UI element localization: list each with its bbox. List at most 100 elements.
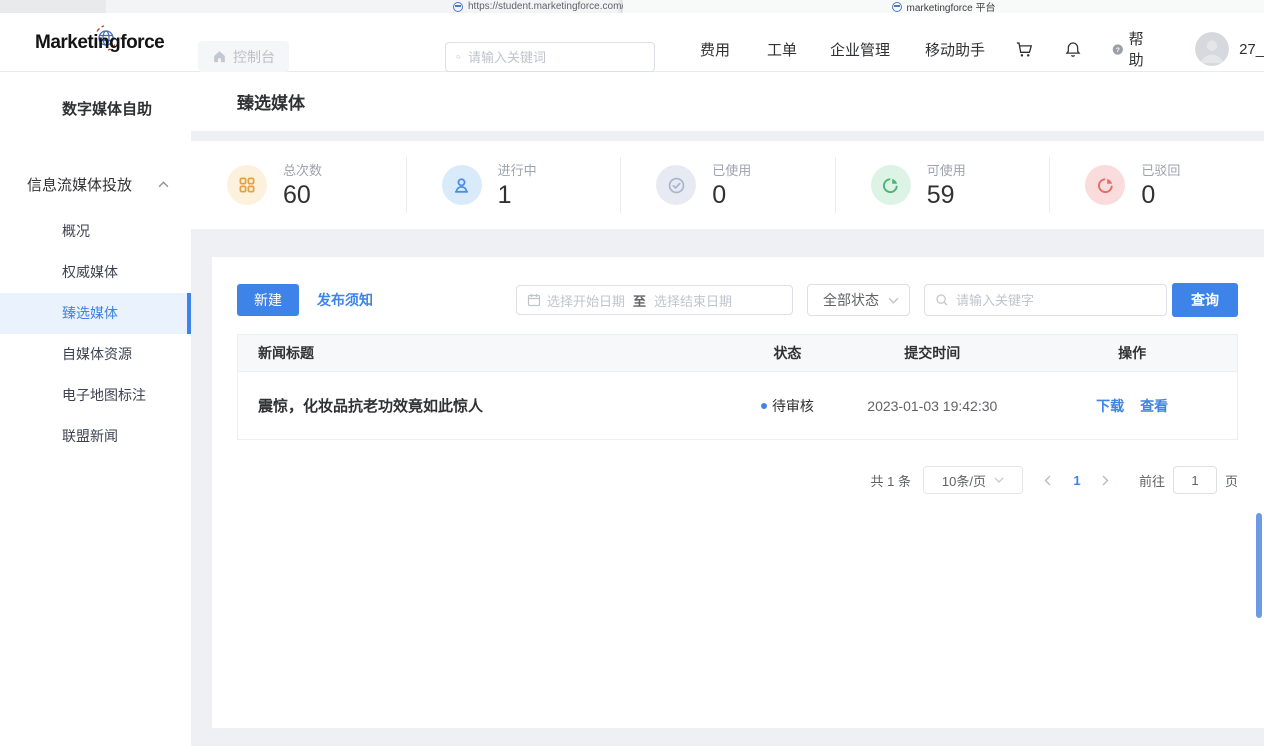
sidebar-item-select-media[interactable]: 臻选媒体 (0, 293, 191, 334)
stat-label: 已驳回 (1141, 160, 1180, 179)
app-header: Marketingforce 控制台 费用 工单 企业管理 移动助手 ? 帮助 (0, 13, 1264, 72)
query-button[interactable]: 查询 (1172, 283, 1238, 317)
site-favicon-icon (453, 2, 463, 12)
logo[interactable]: Marketingforce (35, 28, 185, 58)
chevron-down-icon (994, 477, 1004, 483)
actions-cell: 下载 查看 (1027, 396, 1237, 416)
sidebar-group-label: 信息流媒体投放 (27, 174, 132, 195)
create-button[interactable]: 新建 (237, 284, 299, 316)
browser-bar: https://student.marketingforce.com/#/hom… (0, 0, 1264, 13)
page-number[interactable]: 1 (1063, 473, 1091, 488)
status-cell: 待审核 (738, 396, 838, 416)
stat-available: 可使用 59 (835, 141, 1050, 229)
keyword-input[interactable] (956, 293, 1156, 308)
nav-item-fees[interactable]: 费用 (700, 39, 730, 60)
prev-page-button[interactable] (1033, 466, 1063, 494)
sidebar-item-overview[interactable]: 概况 (0, 211, 191, 252)
home-icon (212, 49, 227, 64)
header-search[interactable] (445, 42, 655, 72)
stat-label: 进行中 (498, 160, 537, 179)
status-select-value: 全部状态 (823, 290, 879, 310)
scrollbar-thumb[interactable] (1256, 513, 1262, 618)
keyword-search[interactable] (924, 284, 1167, 316)
header-search-input[interactable] (468, 50, 644, 65)
sidebar-item-self-media[interactable]: 自媒体资源 (0, 334, 191, 375)
column-time: 提交时间 (837, 343, 1027, 363)
sidebar-menu: 概况 权威媒体 臻选媒体 自媒体资源 电子地图标注 联盟新闻 (0, 211, 191, 457)
title-band: 臻选媒体 (191, 72, 1264, 131)
help-label: 帮助 (1129, 28, 1149, 70)
status-select[interactable]: 全部状态 (807, 284, 910, 316)
chevron-right-icon (1102, 475, 1109, 486)
stat-label: 可使用 (927, 160, 966, 179)
nav-item-mobile-assistant[interactable]: 移动助手 (925, 39, 985, 60)
browser-active-tab[interactable]: https://student.marketingforce.com/#/hom… (0, 0, 622, 13)
stat-value: 59 (927, 180, 966, 210)
page-title: 臻选媒体 (237, 89, 305, 114)
date-range-picker[interactable]: 选择开始日期 至 选择结束日期 (516, 285, 793, 315)
goto-page-input[interactable] (1173, 466, 1217, 494)
help-button[interactable]: ? 帮助 (1112, 28, 1149, 70)
sidebar-item-alliance-news[interactable]: 联盟新闻 (0, 416, 191, 457)
download-link[interactable]: 下载 (1096, 396, 1124, 416)
page-size-select[interactable]: 10条/页 (923, 466, 1023, 494)
sidebar-section-title: 数字媒体自助 (62, 98, 191, 119)
chevron-down-icon (888, 297, 899, 304)
sidebar-group-feed-media[interactable]: 信息流媒体投放 (0, 171, 191, 197)
status-dot-icon (761, 403, 767, 409)
date-separator: 至 (633, 291, 646, 310)
bell-icon[interactable] (1064, 40, 1082, 59)
check-circle-icon (656, 165, 696, 205)
cart-icon[interactable] (1015, 40, 1034, 59)
nav-item-enterprise[interactable]: 企业管理 (830, 39, 890, 60)
logo-text: Marketingforce (35, 32, 164, 53)
publish-notice-link[interactable]: 发布须知 (317, 290, 373, 310)
sidebar: 数字媒体自助 信息流媒体投放 概况 权威媒体 臻选媒体 自媒体资源 电子地图标注… (0, 72, 191, 746)
address-bar[interactable]: https://student.marketingforce.com/#/hom… (106, 0, 618, 13)
console-button[interactable]: 控制台 (198, 41, 289, 72)
news-table: 新闻标题 状态 提交时间 操作 震惊，化妆品抗老功效竟如此惊人 待审核 2023… (237, 334, 1238, 440)
stat-label: 总次数 (283, 160, 322, 179)
submit-time: 2023-01-03 19:42:30 (837, 398, 1027, 414)
stat-total: 总次数 60 (191, 141, 406, 229)
stat-value: 0 (712, 180, 751, 210)
user-icon (442, 165, 482, 205)
column-status: 状态 (738, 343, 838, 363)
next-page-button[interactable] (1091, 466, 1121, 494)
username[interactable]: 27_XS2022 (1239, 41, 1264, 58)
stat-value: 1 (498, 180, 537, 210)
status-badge: 待审核 (772, 396, 814, 416)
chevron-up-icon (158, 181, 169, 188)
stat-used: 已使用 0 (620, 141, 835, 229)
nav-item-work-orders[interactable]: 工单 (767, 39, 797, 60)
chevron-left-icon (1044, 475, 1051, 486)
page-size-value: 10条/页 (942, 471, 986, 490)
stat-value: 60 (283, 180, 322, 210)
pie-chart-icon (1085, 165, 1125, 205)
screen: https://student.marketingforce.com/#/hom… (0, 0, 1264, 746)
search-icon (456, 50, 461, 64)
header-nav: 费用 工单 企业管理 移动助手 ? 帮助 27_XS2022 (680, 26, 1264, 72)
question-icon: ? (1112, 41, 1124, 58)
pagination: 共 1 条 10条/页 1 前往 页 (237, 466, 1238, 494)
column-title: 新闻标题 (238, 343, 738, 363)
browser-tab-marketingforce[interactable]: marketingforce 平台 (623, 0, 1264, 13)
date-start-placeholder: 选择开始日期 (547, 291, 625, 310)
grid-icon (227, 165, 267, 205)
console-label: 控制台 (233, 47, 275, 67)
sidebar-item-authority-media[interactable]: 权威媒体 (0, 252, 191, 293)
tab-title: marketingforce 平台 (907, 0, 996, 14)
avatar[interactable] (1195, 32, 1229, 66)
date-end-placeholder: 选择结束日期 (654, 291, 732, 310)
stat-in-progress: 进行中 1 (406, 141, 621, 229)
pagination-total: 共 1 条 (871, 471, 911, 490)
stat-label: 已使用 (712, 160, 751, 179)
pie-chart-icon (871, 165, 911, 205)
toolbar: 新建 发布须知 选择开始日期 至 选择结束日期 全部状态 查询 (237, 283, 1238, 317)
view-link[interactable]: 查看 (1140, 396, 1168, 416)
goto-label: 前往 (1139, 471, 1165, 490)
tab-favicon-icon (892, 2, 902, 12)
calendar-icon (527, 293, 541, 307)
column-actions: 操作 (1027, 343, 1237, 363)
sidebar-item-map-annotation[interactable]: 电子地图标注 (0, 375, 191, 416)
